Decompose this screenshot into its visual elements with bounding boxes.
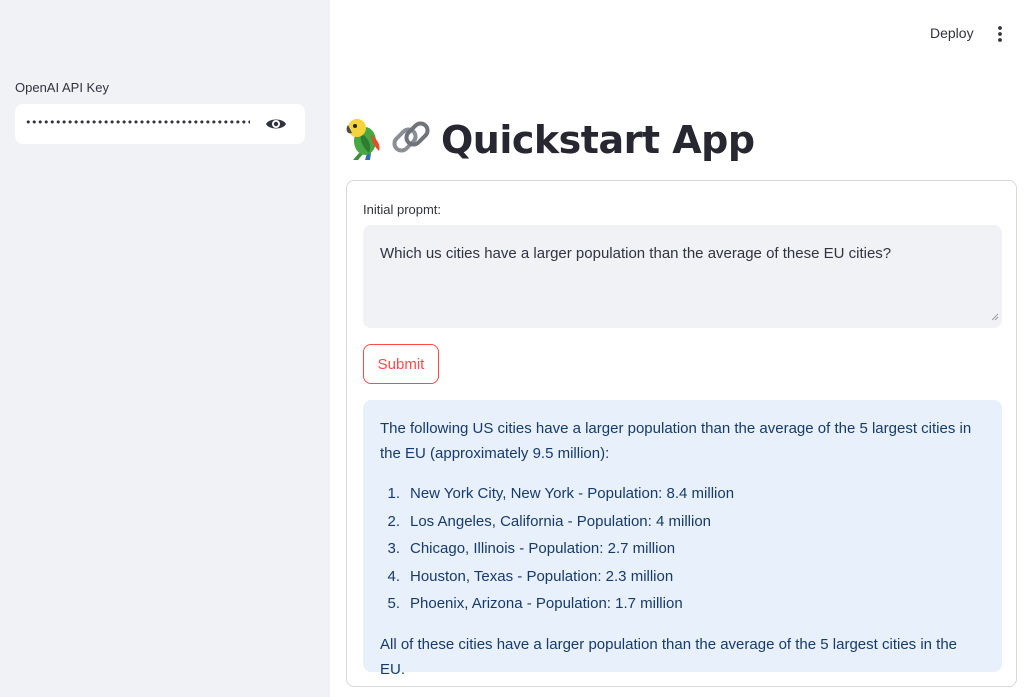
sidebar: OpenAI API Key •••••••••••••••••••••••••… <box>0 0 330 697</box>
parrot-icon <box>345 115 389 166</box>
answer-intro: The following US cities have a larger po… <box>380 420 972 462</box>
list-text: Houston, Texas - Population: 2.3 million <box>410 567 674 585</box>
answer-box: The following US cities have a larger po… <box>363 400 1002 678</box>
main-area: Deploy Quickstart App Initial propmt: Wh… <box>330 0 1024 697</box>
api-key-value[interactable]: ••••••••••••••••••••••••••••••••••••••••… <box>25 116 250 129</box>
list-text: Phoenix, Arizona - Population: 1.7 milli… <box>410 595 683 612</box>
list-number: 2. <box>387 512 400 530</box>
list-item: 1. New York City, New York - Population:… <box>380 480 986 508</box>
list-number: 1. <box>387 485 400 502</box>
list-text: New York City, New York - Population: 8.… <box>410 485 735 502</box>
list-item: 3. Chicago, Illinois - Population: 2.7 m… <box>380 535 986 563</box>
submit-button[interactable]: Submit <box>363 344 439 384</box>
prompt-label: Initial propmt: <box>363 202 442 217</box>
list-text: Chicago, Illinois - Population: 2.7 mill… <box>410 540 676 557</box>
answer-conclusion: All of these cities have a larger popula… <box>380 635 958 678</box>
kebab-menu-icon[interactable] <box>992 24 1008 44</box>
list-item: 5. Phoenix, Arizona - Population: 1.7 mi… <box>380 590 986 618</box>
title-icons <box>345 115 433 166</box>
prompt-form: Initial propmt: Which us cities have a l… <box>346 180 1017 687</box>
api-key-input[interactable]: ••••••••••••••••••••••••••••••••••••••••… <box>15 104 305 144</box>
api-key-label: OpenAI API Key <box>15 80 109 95</box>
resize-handle-icon[interactable] <box>991 308 999 325</box>
eye-icon[interactable] <box>265 114 287 134</box>
list-item: 4. Houston, Texas - Population: 2.3 mill… <box>380 563 986 591</box>
list-text: Los Angeles, California - Population: 4 … <box>410 512 712 530</box>
answer-list: 1. New York City, New York - Population:… <box>380 480 986 618</box>
link-icon <box>389 115 433 166</box>
list-item: 2. Los Angeles, California - Population:… <box>380 508 986 536</box>
list-number: 3. <box>387 540 400 557</box>
page-title: Quickstart App <box>441 118 755 162</box>
prompt-text[interactable]: Which us cities have a larger population… <box>380 245 891 262</box>
deploy-button[interactable]: Deploy <box>930 25 974 41</box>
list-number: 5. <box>387 595 400 612</box>
prompt-textarea[interactable]: Which us cities have a larger population… <box>363 225 1002 328</box>
list-number: 4. <box>387 567 400 585</box>
page-header: Quickstart App <box>345 112 755 168</box>
